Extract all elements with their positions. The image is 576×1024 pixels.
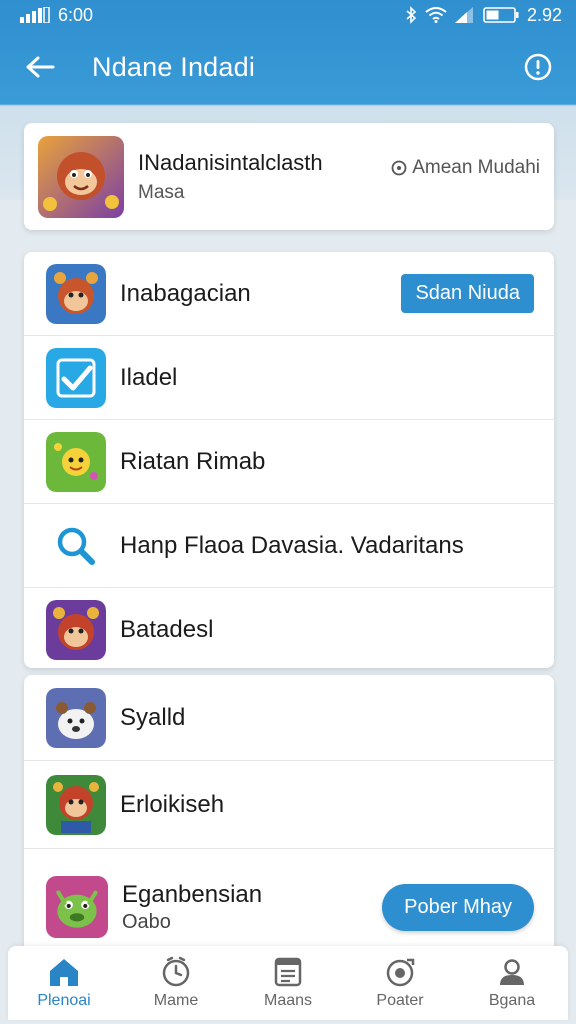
list-item[interactable]: Inabagacian Sdan Niuda (24, 252, 554, 336)
nav-label: Maans (263, 992, 313, 1009)
info-icon (524, 53, 552, 81)
monkey-game-icon (38, 135, 124, 218)
list-item-label: Hanp Flaoa Davasia. Vadaritans (120, 531, 464, 559)
list-item-label: Iladel (120, 363, 178, 391)
featured-app-card[interactable]: INadanisintalclasth Masa Amean Mudahi (24, 123, 554, 230)
app-list-primary: Inabagacian Sdan Niuda Iladel Riatan Rim… (24, 252, 554, 668)
cell-signal-icon (454, 7, 475, 23)
nav-item-maans[interactable]: Maans (238, 956, 338, 1010)
list-item-sublabel: Oabo (122, 910, 171, 933)
bluetooth-icon (405, 6, 417, 24)
checkmark-app-icon (46, 347, 106, 408)
nav-label: Plenoai (37, 992, 91, 1009)
list-item[interactable]: Syalld (24, 675, 554, 761)
cartoon-face-icon (46, 774, 106, 835)
app-bar: Ndane Indadi (0, 30, 576, 104)
app-list-secondary: Syalld Erloikiseh Eganbensian Oabo Pober… (24, 675, 554, 965)
list-item[interactable]: Iladel (24, 336, 554, 420)
signal-icon (20, 7, 50, 23)
list-item-label: Eganbensian (122, 880, 263, 908)
list-item-label: Erloikiseh (120, 790, 225, 818)
featured-side-text: Amean Mudahi (412, 157, 540, 178)
status-time: 6:00 (58, 4, 94, 25)
nav-item-home[interactable]: Plenoai (14, 956, 114, 1010)
action-button[interactable]: Pober Mhay (382, 883, 534, 931)
list-item[interactable]: Batadesl (24, 588, 554, 668)
action-button[interactable]: Sdan Niuda (401, 274, 534, 313)
home-icon (50, 959, 78, 986)
bottom-navigation: Plenoai Mame Maans Poater Bgana (8, 946, 568, 1020)
wifi-icon (425, 7, 447, 23)
disc-icon (386, 958, 415, 987)
nav-label: Mame (153, 992, 199, 1009)
nav-item-poater[interactable]: Poater (350, 956, 450, 1010)
nav-item-bgana[interactable]: Bgana (462, 956, 562, 1010)
list-item[interactable]: Riatan Rimab (24, 420, 554, 504)
cartoon-face-icon (46, 263, 106, 324)
document-icon (274, 957, 302, 987)
list-item-label: Riatan Rimab (120, 447, 266, 475)
back-arrow-icon (26, 56, 55, 78)
sun-creature-icon (46, 431, 106, 492)
list-item[interactable]: Hanp Flaoa Davasia. Vadaritans (24, 504, 554, 588)
cartoon-face-icon (46, 600, 106, 660)
page-title: Ndane Indadi (92, 51, 256, 82)
polar-bear-icon (46, 687, 106, 748)
battery-icon (483, 7, 519, 23)
person-icon (500, 959, 524, 985)
green-monster-icon (46, 876, 108, 938)
back-button[interactable] (20, 47, 60, 87)
list-item-label: Batadesl (120, 616, 214, 643)
battery-text: 2.92 (526, 4, 562, 25)
featured-app-name: INadanisintalclasth (138, 149, 323, 175)
nav-item-mame[interactable]: Mame (126, 956, 226, 1010)
nav-label: Bgana (488, 992, 536, 1009)
clock-small-icon (391, 160, 407, 176)
list-item-label: Syalld (120, 703, 186, 731)
list-item-label: Inabagacian (120, 279, 251, 307)
nav-label: Poater (376, 992, 424, 1009)
search-icon (57, 527, 95, 565)
featured-side-info: Amean Mudahi (391, 157, 540, 179)
clock-icon (162, 956, 190, 987)
status-bar: 6:00 2.92 (0, 0, 576, 30)
list-item[interactable]: Erloikiseh (24, 761, 554, 849)
featured-app-subtitle: Masa (138, 181, 185, 203)
info-button[interactable] (520, 49, 556, 85)
